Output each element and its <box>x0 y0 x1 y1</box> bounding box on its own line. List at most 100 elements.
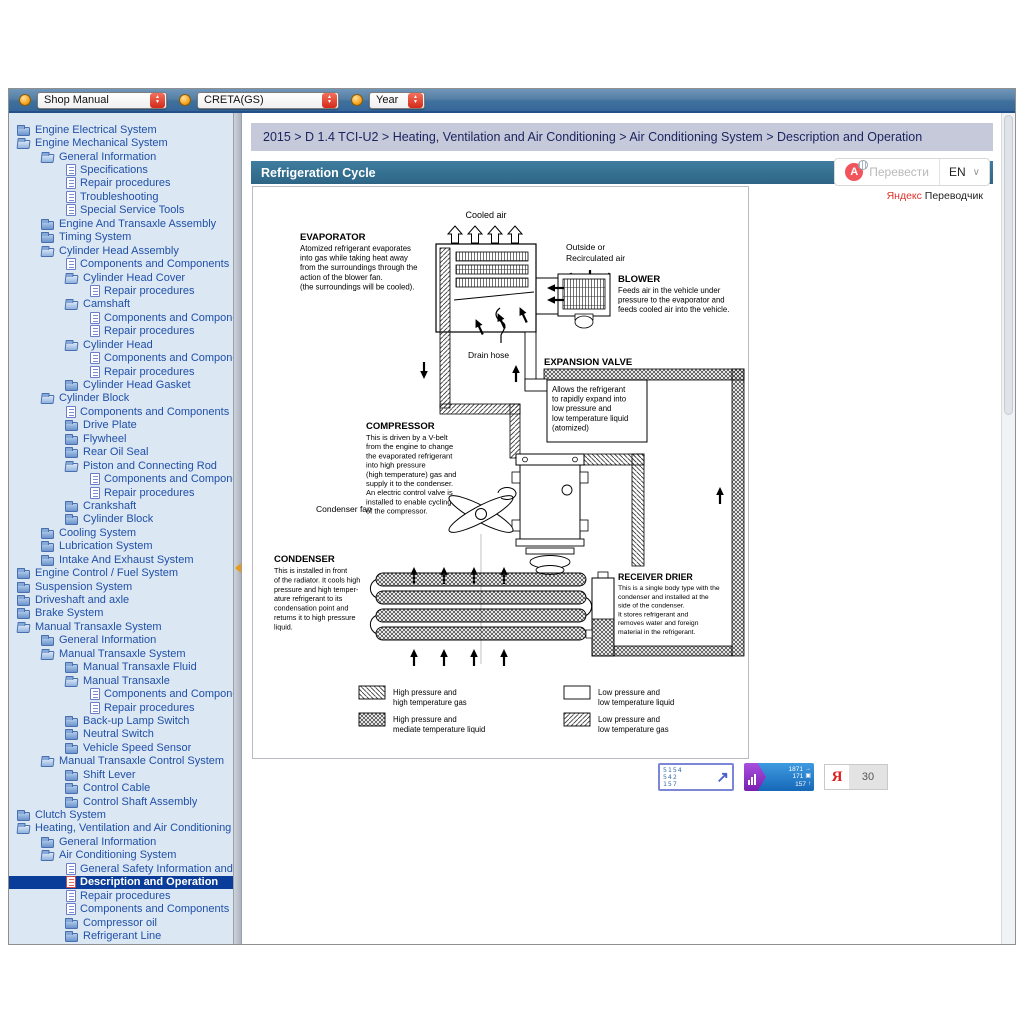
vertical-scrollbar[interactable] <box>1001 113 1015 944</box>
scrollbar-thumb[interactable] <box>1004 115 1013 415</box>
year-select[interactable]: Year ▲▼ <box>369 92 425 109</box>
sidebar-item[interactable]: Components and Component <box>9 311 233 324</box>
sidebar-item[interactable]: Specifications <box>9 163 233 176</box>
sidebar-item[interactable]: Cylinder Block <box>9 392 233 405</box>
sidebar-item[interactable]: Repair procedures <box>9 889 233 902</box>
sidebar-item-label: Lubrication System <box>59 540 153 552</box>
sidebar-item[interactable]: General Safety Information and C <box>9 862 233 875</box>
document-icon <box>66 863 76 875</box>
sidebar-item[interactable]: Flywheel <box>9 432 233 445</box>
language-select[interactable]: EN ∨ <box>940 165 989 179</box>
sidebar-item[interactable]: Back-up Lamp Switch <box>9 714 233 727</box>
sidebar-item[interactable]: Cylinder Head <box>9 338 233 351</box>
folder-icon <box>65 785 78 794</box>
sidebar-item[interactable]: Manual Transaxle <box>9 674 233 687</box>
sidebar-item[interactable]: Components and Components L <box>9 257 233 270</box>
manual-select[interactable]: Shop Manual ▲▼ <box>37 92 167 109</box>
sidebar-item[interactable]: Manual Transaxle System <box>9 647 233 660</box>
sidebar-item[interactable]: General Information <box>9 835 233 848</box>
mailru-counter[interactable]: 1871→ 171▣ 157↑ <box>744 763 814 791</box>
folder-icon <box>17 140 31 149</box>
sidebar-item[interactable]: Compressor oil <box>9 916 233 929</box>
model-select[interactable]: CRETA(GS) ▲▼ <box>197 92 339 109</box>
sidebar-item[interactable]: Engine Control / Fuel System <box>9 566 233 579</box>
sidebar-item[interactable]: Compressor <box>9 943 233 944</box>
sidebar-item[interactable]: Components and Component <box>9 351 233 364</box>
sidebar-item[interactable]: Cylinder Head Gasket <box>9 378 233 391</box>
sidebar-item[interactable]: Rear Oil Seal <box>9 446 233 459</box>
sidebar-item[interactable]: Special Service Tools <box>9 204 233 217</box>
sidebar-item[interactable]: Neutral Switch <box>9 728 233 741</box>
sidebar-item-label: Compressor oil <box>83 917 157 929</box>
sidebar-item[interactable]: Driveshaft and axle <box>9 593 233 606</box>
folder-icon <box>65 301 79 310</box>
folder-icon <box>65 436 78 445</box>
document-icon <box>66 164 76 176</box>
stepper-arrows-icon[interactable]: ▲▼ <box>408 93 423 108</box>
folder-icon <box>17 570 30 579</box>
sidebar-item[interactable]: Cylinder Head Assembly <box>9 244 233 257</box>
sidebar-item[interactable]: Components and Component <box>9 687 233 700</box>
document-icon <box>66 903 76 915</box>
sidebar-item[interactable]: General Information <box>9 150 233 163</box>
sidebar-item[interactable]: Engine And Transaxle Assembly <box>9 217 233 230</box>
sidebar-item[interactable]: General Information <box>9 634 233 647</box>
sidebar-item[interactable]: Components and Components L <box>9 405 233 418</box>
sidebar-item[interactable]: Troubleshooting <box>9 190 233 203</box>
sidebar-item[interactable]: Description and Operation <box>9 876 233 889</box>
folder-icon <box>65 920 78 929</box>
sidebar-item[interactable]: Heating, Ventilation and Air Conditionin… <box>9 822 233 835</box>
sidebar-item[interactable]: Repair procedures <box>9 365 233 378</box>
sidebar-item[interactable]: Cooling System <box>9 526 233 539</box>
model-select-group: CRETA(GS) ▲▼ <box>179 92 339 109</box>
yandex-metrica-counter[interactable]: Я 30 <box>824 764 888 790</box>
sidebar-item-label: Description and Operation <box>80 876 218 888</box>
sidebar-item[interactable]: Lubrication System <box>9 540 233 553</box>
sidebar-item[interactable]: Air Conditioning System <box>9 849 233 862</box>
sidebar-item[interactable]: Components and Component <box>9 472 233 485</box>
sidebar-item-label: Troubleshooting <box>80 191 158 203</box>
pane-splitter[interactable] <box>233 113 242 944</box>
sidebar-item[interactable]: Piston and Connecting Rod <box>9 459 233 472</box>
sidebar-item[interactable]: Refrigerant Line <box>9 929 233 942</box>
sidebar-item[interactable]: Vehicle Speed Sensor <box>9 741 233 754</box>
expansion-valve-label: EXPANSION VALVE <box>544 357 632 368</box>
sidebar-item[interactable]: Cylinder Head Cover <box>9 271 233 284</box>
translate-button[interactable]: A Перевести <box>835 163 939 181</box>
sidebar-item[interactable]: Drive Plate <box>9 419 233 432</box>
compressor-description: This is driven by a V-beltfrom the engin… <box>366 433 456 516</box>
folder-icon <box>65 503 78 512</box>
sidebar-item-label: Repair procedures <box>104 366 195 378</box>
sidebar-item[interactable]: Components and Components L <box>9 902 233 915</box>
collapse-arrow-icon[interactable] <box>235 563 241 573</box>
sidebar-item[interactable]: Shift Lever <box>9 768 233 781</box>
sidebar-item[interactable]: Manual Transaxle Control System <box>9 755 233 768</box>
sidebar-item[interactable]: Manual Transaxle Fluid <box>9 661 233 674</box>
sidebar-item[interactable]: Repair procedures <box>9 701 233 714</box>
folder-icon <box>41 248 55 257</box>
stepper-arrows-icon[interactable]: ▲▼ <box>150 93 165 108</box>
refrigeration-cycle-diagram: Cooled air <box>254 188 747 757</box>
liveinternet-counter[interactable]: 5154 542 157 ↗ <box>658 763 734 791</box>
sidebar-item[interactable]: Control Cable <box>9 781 233 794</box>
sidebar-item[interactable]: Repair procedures <box>9 284 233 297</box>
folder-icon <box>41 758 55 767</box>
sidebar-item[interactable]: Engine Mechanical System <box>9 136 233 149</box>
sidebar-item[interactable]: Engine Electrical System <box>9 123 233 136</box>
folder-icon <box>65 275 79 284</box>
sidebar-item[interactable]: Cylinder Block <box>9 513 233 526</box>
sidebar-item[interactable]: Camshaft <box>9 298 233 311</box>
sidebar-item[interactable]: Suspension System <box>9 580 233 593</box>
sidebar-item[interactable]: Repair procedures <box>9 177 233 190</box>
sidebar-item[interactable]: Manual Transaxle System <box>9 620 233 633</box>
stepper-arrows-icon[interactable]: ▲▼ <box>322 93 337 108</box>
sidebar-item[interactable]: Brake System <box>9 607 233 620</box>
manual-select-group: Shop Manual ▲▼ <box>19 92 167 109</box>
sidebar-item[interactable]: Clutch System <box>9 808 233 821</box>
sidebar-item[interactable]: Crankshaft <box>9 499 233 512</box>
sidebar-item[interactable]: Timing System <box>9 231 233 244</box>
sidebar-item[interactable]: Repair procedures <box>9 325 233 338</box>
sidebar-item[interactable]: Intake And Exhaust System <box>9 553 233 566</box>
sidebar-item[interactable]: Control Shaft Assembly <box>9 795 233 808</box>
sidebar-item[interactable]: Repair procedures <box>9 486 233 499</box>
